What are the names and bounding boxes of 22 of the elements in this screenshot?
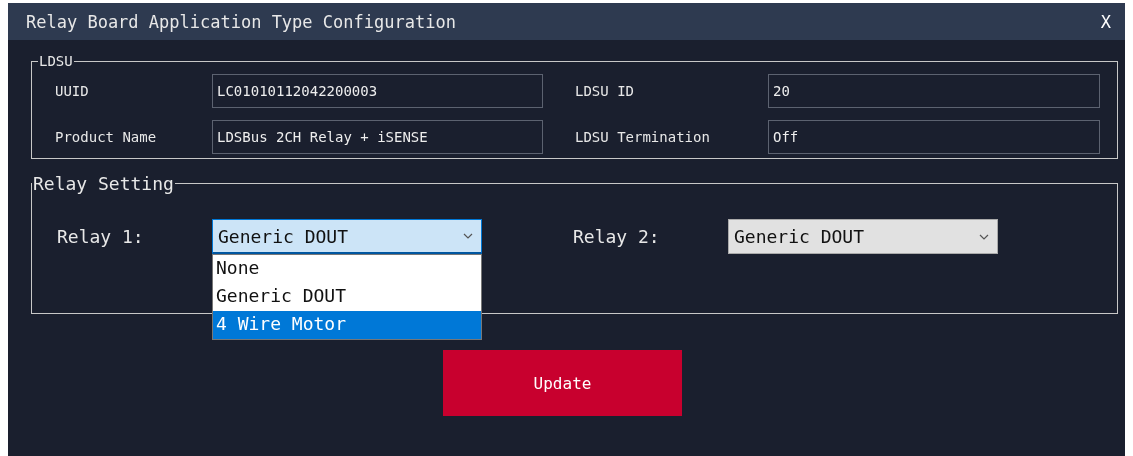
group-title: LDSU [38,53,74,69]
relay-label: Relay 1: [57,226,145,247]
field-label: Product Name [55,129,158,145]
dropdown-option[interactable]: Generic DOUT [213,283,481,311]
dropdown[interactable]: Generic DOUT [728,219,998,254]
text-field[interactable]: Off [768,120,1100,154]
relay-label: Relay 2: [573,226,661,247]
chevron-down-icon [979,233,989,240]
dropdown-option[interactable]: 4 Wire Motor [213,311,481,339]
text-field[interactable]: 20 [768,74,1100,108]
group-title: Relay Setting [32,173,175,194]
dropdown-option[interactable]: None [213,255,481,283]
field-label: UUID [55,83,90,99]
close-button[interactable]: X [1100,11,1111,32]
update-button[interactable]: Update [443,350,682,416]
field-label: LDSU ID [575,83,635,99]
text-field[interactable]: LDSBus 2CH Relay + iSENSE [212,120,543,154]
field-label: LDSU Termination [575,129,711,145]
window-title: Relay Board Application Type Configuration [26,11,457,32]
chevron-down-icon [463,233,473,239]
dropdown[interactable]: Generic DOUT [212,219,482,254]
text-field[interactable]: LC01010112042200003 [212,74,543,108]
